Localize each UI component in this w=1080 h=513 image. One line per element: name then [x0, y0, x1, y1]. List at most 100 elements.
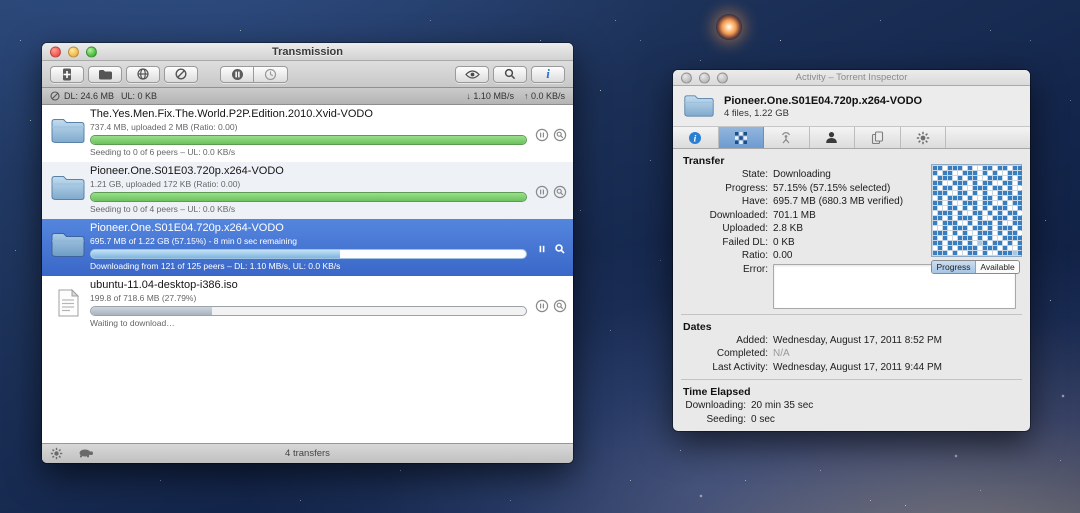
- torrent-row-selected[interactable]: Pioneer.One.S01E04.720p.x264-VODO 695.7 …: [42, 219, 573, 276]
- pause-all-button[interactable]: [220, 66, 254, 83]
- gear-menu-button[interactable]: [50, 447, 63, 460]
- torrent-status: Downloading from 121 of 125 peers – DL: …: [90, 260, 527, 272]
- folder-icon: [50, 165, 90, 219]
- torrent-status: Waiting to download…: [90, 317, 527, 329]
- inspector-title-bar[interactable]: Activity – Torrent Inspector: [673, 70, 1030, 86]
- dl-total: DL: 24.6 MB: [64, 91, 114, 101]
- reveal-button[interactable]: [553, 185, 567, 199]
- torrent-name: Pioneer.One.S01E04.720p.x264-VODO: [90, 222, 527, 235]
- title-bar[interactable]: Transmission: [42, 43, 573, 61]
- quicklook-button[interactable]: [455, 66, 489, 83]
- tab-peers[interactable]: [810, 127, 856, 148]
- totals-menu-icon[interactable]: [50, 91, 60, 101]
- seeding-time-label: Seeding:: [673, 413, 751, 427]
- ul-total: UL: 0 KB: [121, 91, 157, 101]
- time-elapsed-heading: Time Elapsed: [673, 384, 1030, 399]
- down-speed: 1.10 MB/s: [473, 91, 514, 101]
- remove-torrent-button[interactable]: [164, 66, 198, 83]
- close-button[interactable]: [681, 72, 692, 83]
- downloading-time-value: 20 min 35 sec: [751, 399, 813, 413]
- have-value: 695.7 MB (680.3 MB verified): [773, 195, 903, 209]
- progress-bar: [90, 135, 527, 145]
- pause-all-icon: [231, 68, 244, 81]
- zoom-button[interactable]: [717, 72, 728, 83]
- failed-dl-label: Failed DL:: [673, 236, 773, 250]
- uploaded-value: 2.8 KB: [773, 222, 803, 236]
- uploaded-label: Uploaded:: [673, 222, 773, 236]
- state-label: State:: [673, 168, 773, 182]
- close-button[interactable]: [50, 46, 61, 57]
- error-label: Error:: [673, 264, 773, 309]
- inspector-window-title: Activity – Torrent Inspector: [796, 72, 908, 83]
- resume-all-icon: [264, 68, 277, 81]
- pieces-available-button[interactable]: Available: [975, 261, 1019, 273]
- pause-button[interactable]: [535, 242, 549, 256]
- resume-all-button[interactable]: [254, 66, 288, 83]
- pause-button[interactable]: [535, 128, 549, 142]
- transfer-count: 4 transfers: [42, 448, 573, 459]
- progress-bar: [90, 306, 527, 316]
- speed-limit-turtle-button[interactable]: [77, 447, 94, 460]
- svg-text:i: i: [694, 134, 697, 144]
- filter-button[interactable]: [493, 66, 527, 83]
- torrent-info: 1.21 GB, uploaded 172 KB (Ratio: 0.00): [90, 178, 527, 190]
- up-speed: 0.0 KB/s: [531, 91, 565, 101]
- torrent-row[interactable]: Pioneer.One.S01E03.720p.x264-VODO 1.21 G…: [42, 162, 573, 219]
- reveal-button[interactable]: [553, 128, 567, 142]
- progress-value: 57.15% (57.15% selected): [773, 182, 890, 196]
- ratio-label: Ratio:: [673, 249, 773, 263]
- torrent-info: 737.4 MB, uploaded 2 MB (Ratio: 0.00): [90, 121, 527, 133]
- reveal-button[interactable]: [553, 299, 567, 313]
- pieces-progress-button[interactable]: Progress: [932, 261, 975, 273]
- tab-tracker[interactable]: [764, 127, 810, 148]
- torrent-info: 695.7 MB of 1.22 GB (57.15%) - 8 min 0 s…: [90, 235, 527, 247]
- dates-heading: Dates: [673, 319, 1030, 334]
- orange-star: [716, 14, 742, 40]
- torrent-info: 199.8 of 718.6 MB (27.79%): [90, 292, 527, 304]
- divider: [681, 379, 1022, 380]
- create-torrent-button[interactable]: [50, 66, 84, 83]
- down-arrow-icon: ↓: [466, 91, 471, 101]
- file-icon: [50, 279, 90, 333]
- last-activity-value: Wednesday, August 17, 2011 9:44 PM: [773, 361, 942, 375]
- reveal-button[interactable]: [553, 242, 567, 256]
- tab-activity[interactable]: [719, 127, 765, 148]
- up-arrow-icon: ↑: [524, 91, 529, 101]
- pause-resume-all-group: [220, 66, 288, 83]
- folder-icon: [50, 222, 90, 276]
- pieces-view: Progress Available: [931, 164, 1022, 274]
- folder-icon: [683, 93, 715, 119]
- torrent-name: ubuntu-11.04-desktop-i386.iso: [90, 279, 527, 292]
- pieces-grid: [931, 164, 1022, 257]
- downloaded-value: 701.1 MB: [773, 209, 816, 223]
- inspector-window: Activity – Torrent Inspector Pioneer.One…: [673, 70, 1030, 431]
- search-icon: [504, 68, 516, 80]
- torrent-list: The.Yes.Men.Fix.The.World.P2P.Edition.20…: [42, 105, 573, 443]
- torrent-row[interactable]: ubuntu-11.04-desktop-i386.iso 199.8 of 7…: [42, 276, 573, 333]
- open-torrent-button[interactable]: [88, 66, 122, 83]
- open-web-button[interactable]: [126, 66, 160, 83]
- resume-button[interactable]: [535, 299, 549, 313]
- tab-info[interactable]: i: [673, 127, 719, 148]
- pause-button[interactable]: [535, 185, 549, 199]
- minimize-button[interactable]: [699, 72, 710, 83]
- folder-icon: [98, 69, 112, 80]
- minimize-button[interactable]: [68, 46, 79, 57]
- divider: [681, 314, 1022, 315]
- remove-icon: [175, 68, 187, 80]
- tab-files[interactable]: [855, 127, 901, 148]
- inspector-torrent-meta: 4 files, 1.22 GB: [724, 108, 922, 119]
- inspector-tabs: i: [673, 127, 1030, 149]
- inspector-header: Pioneer.One.S01E04.720p.x264-VODO 4 file…: [673, 86, 1030, 127]
- seeding-time-value: 0 sec: [751, 413, 775, 427]
- state-value: Downloading: [773, 168, 831, 182]
- zoom-button[interactable]: [86, 46, 97, 57]
- inspector-button[interactable]: i: [531, 66, 565, 83]
- globe-icon: [137, 68, 149, 80]
- torrent-row[interactable]: The.Yes.Men.Fix.The.World.P2P.Edition.20…: [42, 105, 573, 162]
- downloading-time-label: Downloading:: [673, 399, 751, 413]
- added-label: Added:: [673, 334, 773, 348]
- tab-options[interactable]: [901, 127, 947, 148]
- bottom-bar: 4 transfers: [42, 443, 573, 463]
- progress-label: Progress:: [673, 182, 773, 196]
